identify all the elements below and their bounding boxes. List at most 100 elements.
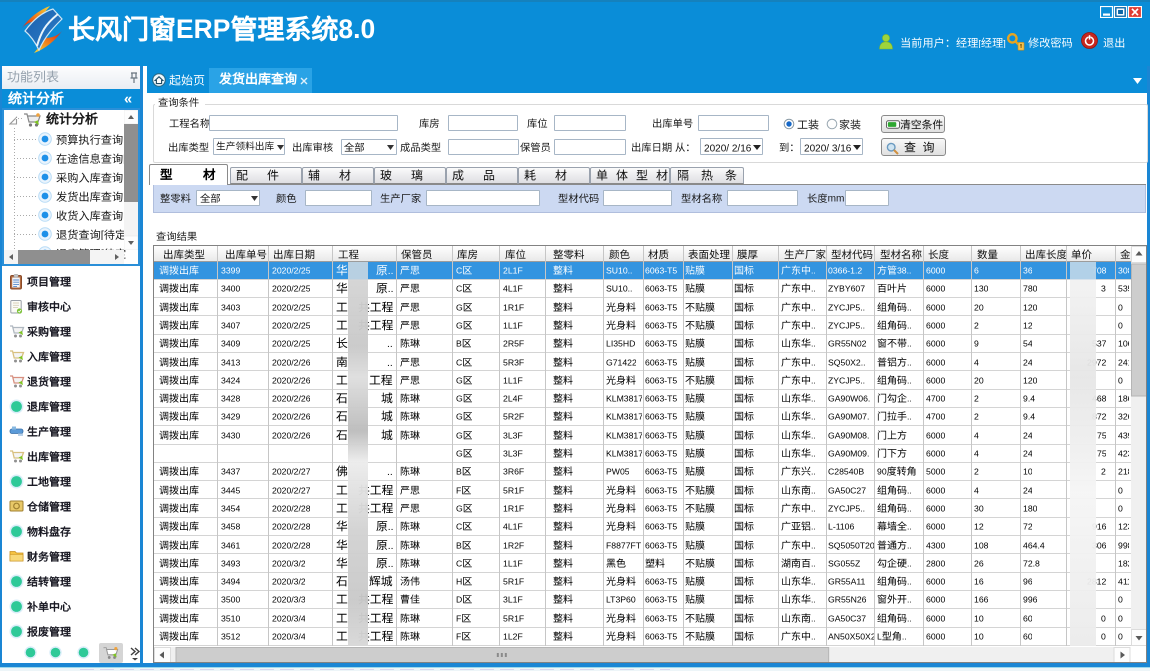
- svg-text:3458: 3458: [221, 522, 240, 532]
- svg-text:6063-T5: 6063-T5: [645, 339, 677, 349]
- svg-text:G: G: [456, 394, 463, 404]
- svg-text:6000: 6000: [926, 522, 945, 532]
- svg-text:6000: 6000: [926, 357, 945, 367]
- svg-text:F: F: [456, 613, 461, 623]
- svg-text:0: 0: [1118, 320, 1123, 330]
- svg-text:..: ..: [810, 631, 815, 641]
- svg-text:..: ..: [387, 467, 393, 477]
- svg-text:L: L: [877, 631, 882, 641]
- svg-text:SU10..: SU10..: [606, 284, 632, 294]
- svg-text:GA90M09.: GA90M09.: [828, 448, 869, 458]
- svg-text:60: 60: [1023, 631, 1033, 641]
- svg-text:6000: 6000: [926, 595, 945, 605]
- svg-text:..: ..: [810, 265, 815, 275]
- svg-text:G: G: [456, 430, 463, 440]
- svg-text:120: 120: [1023, 302, 1037, 312]
- svg-text:2020/2/28: 2020/2/28: [272, 503, 311, 513]
- svg-text:16: 16: [974, 577, 984, 587]
- svg-text:2020/ 2/16: 2020/ 2/16: [704, 143, 751, 153]
- svg-text:996: 996: [1023, 595, 1037, 605]
- svg-text:6063-T5: 6063-T5: [645, 540, 677, 550]
- svg-text:G: G: [456, 320, 463, 330]
- svg-text:..: ..: [810, 357, 815, 367]
- svg-text:0: 0: [1118, 302, 1123, 312]
- svg-text:ZYCJP5..: ZYCJP5..: [828, 375, 865, 385]
- svg-text:C: C: [456, 522, 462, 532]
- svg-text:3L3F: 3L3F: [503, 430, 523, 440]
- svg-text:G: G: [456, 375, 463, 385]
- svg-text:..: ..: [906, 522, 911, 532]
- svg-text:5R1F: 5R1F: [503, 485, 524, 495]
- svg-text:2: 2: [1101, 467, 1106, 477]
- svg-text:12: 12: [1023, 320, 1033, 330]
- svg-text:2020/2/25: 2020/2/25: [272, 339, 311, 349]
- svg-text:6063-T5: 6063-T5: [645, 595, 677, 605]
- svg-text:9.4: 9.4: [1023, 394, 1035, 404]
- svg-text:0: 0: [1118, 485, 1123, 495]
- svg-text:186: 186: [1118, 394, 1130, 404]
- svg-text:SU10..: SU10..: [606, 265, 632, 275]
- svg-text:3R6F: 3R6F: [503, 467, 524, 477]
- svg-text:3403: 3403: [221, 302, 240, 312]
- svg-text:308: 308: [1118, 265, 1130, 275]
- svg-text:5R1F: 5R1F: [503, 577, 524, 587]
- svg-text:6000: 6000: [926, 320, 945, 330]
- svg-text:2020/3/4: 2020/3/4: [272, 613, 306, 623]
- svg-text:0: 0: [1101, 613, 1106, 623]
- svg-text:B: B: [456, 467, 462, 477]
- svg-text:535: 535: [1118, 284, 1130, 294]
- svg-text:mm: mm: [828, 194, 845, 204]
- svg-text:0: 0: [1118, 631, 1123, 641]
- svg-text:..: ..: [387, 266, 393, 276]
- svg-text:..: ..: [906, 595, 911, 605]
- svg-text:6063-T5: 6063-T5: [645, 412, 677, 422]
- svg-text:..: ..: [906, 320, 911, 330]
- svg-text:ZYCJP5..: ZYCJP5..: [828, 503, 865, 513]
- svg-text:..: ..: [387, 358, 393, 368]
- svg-text:G: G: [456, 448, 463, 458]
- svg-text:2800: 2800: [926, 558, 945, 568]
- svg-text:3399: 3399: [221, 265, 240, 275]
- svg-text:GR55A11: GR55A11: [828, 577, 866, 587]
- svg-text:[: [: [101, 229, 104, 240]
- svg-text:C: C: [456, 265, 462, 275]
- svg-text:..: ..: [810, 595, 815, 605]
- svg-text:2L1F: 2L1F: [503, 265, 523, 275]
- svg-text:..: ..: [387, 339, 393, 349]
- svg-text:60: 60: [1023, 613, 1033, 623]
- svg-text:6000: 6000: [926, 430, 945, 440]
- svg-text:6063-T5: 6063-T5: [645, 448, 677, 458]
- svg-text:24: 24: [1023, 485, 1033, 495]
- svg-text:C: C: [456, 284, 462, 294]
- svg-text:4: 4: [974, 448, 979, 458]
- svg-text:0: 0: [1118, 613, 1123, 623]
- svg-text:..: ..: [810, 558, 815, 568]
- svg-text:36: 36: [1023, 265, 1033, 275]
- svg-text:6063-T5: 6063-T5: [645, 265, 677, 275]
- svg-text:2020/3/4: 2020/3/4: [272, 631, 306, 641]
- svg-text:8.0: 8.0: [338, 15, 375, 42]
- svg-text:241: 241: [1118, 357, 1130, 367]
- svg-text:6063-T5: 6063-T5: [645, 631, 677, 641]
- svg-text:GR55N26: GR55N26: [828, 595, 867, 605]
- svg-text:AN50X50X2: AN50X50X2: [828, 631, 874, 641]
- svg-text:24: 24: [1023, 430, 1033, 440]
- svg-text:2020/2/26: 2020/2/26: [272, 430, 311, 440]
- svg-text:GA50C37: GA50C37: [828, 613, 866, 623]
- svg-text:0: 0: [1118, 503, 1123, 513]
- svg-text:2020/2/25: 2020/2/25: [272, 284, 311, 294]
- svg-text:20: 20: [974, 375, 984, 385]
- svg-text:6000: 6000: [926, 485, 945, 495]
- svg-text:..: ..: [901, 631, 906, 641]
- svg-text:2: 2: [974, 412, 979, 422]
- svg-text:72: 72: [1023, 522, 1033, 532]
- svg-text:90: 90: [877, 467, 887, 477]
- svg-text:..: ..: [906, 302, 911, 312]
- svg-text:6063-T5: 6063-T5: [645, 375, 677, 385]
- svg-text:..: ..: [810, 394, 815, 404]
- svg-text:..: ..: [387, 522, 393, 532]
- svg-text:1R2F: 1R2F: [503, 540, 524, 550]
- svg-text:..: ..: [906, 577, 911, 587]
- svg-text:..: ..: [810, 320, 815, 330]
- svg-text:6000: 6000: [926, 613, 945, 623]
